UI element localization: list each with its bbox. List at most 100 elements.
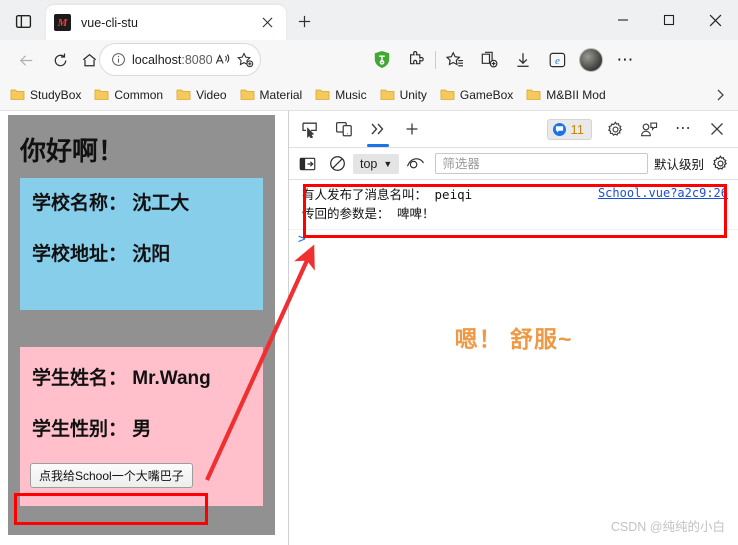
adguard-icon[interactable] (365, 44, 399, 75)
tab-title: vue-cli-stu (81, 15, 138, 30)
school-address: 学校地址： 沈阳 (32, 244, 171, 265)
close-tab-icon[interactable] (256, 12, 278, 34)
address-host: localhost (132, 52, 182, 67)
bookmarks-overflow-icon[interactable] (710, 85, 730, 105)
close-window-button[interactable] (692, 0, 738, 40)
console-prompt[interactable]: > (289, 230, 738, 249)
avatar[interactable] (574, 44, 608, 75)
svg-text:e: e (554, 55, 559, 67)
bookmark-label: StudyBox (30, 87, 82, 102)
bookmark-item[interactable]: GameBox (440, 88, 513, 102)
school-card: 学校名称： 沈工大 学校地址： 沈阳 (20, 178, 263, 310)
school-name: 学校名称： 沈工大 (32, 193, 190, 214)
console-output: 有人发布了消息名叫： peiqi 传回的参数是： 啤啤！ School.vue?… (289, 180, 738, 543)
bookmark-item[interactable]: M&BII Mod (526, 88, 606, 102)
gear-icon[interactable] (598, 114, 632, 144)
browser-more-glyph: ⋯ (616, 50, 634, 69)
message-count: 11 (570, 121, 585, 137)
js-context-select[interactable]: top ▼ (353, 153, 400, 174)
devtools-panel: 11 ⋯ top ▼ 筛选器 默认级别 有人发布了消息名叫： peiqi 传回的… (288, 111, 738, 545)
bookmark-label: Music (335, 87, 367, 102)
console-settings-gear-icon[interactable] (706, 151, 734, 177)
add-favorite-icon[interactable] (234, 49, 256, 71)
add-panel-icon[interactable] (395, 114, 429, 144)
title-bar: M vue-cli-stu (0, 0, 738, 40)
console-filter-input[interactable] (435, 153, 648, 174)
console-sidebar-icon[interactable] (293, 151, 321, 177)
console-log-entry[interactable]: 有人发布了消息名叫： peiqi 传回的参数是： 啤啤！ School.vue?… (289, 180, 738, 230)
browser-tab[interactable]: M vue-cli-stu (46, 5, 286, 40)
ie-mode-icon[interactable]: e (540, 44, 574, 75)
puzzle-extension-icon[interactable] (399, 44, 433, 75)
devtools-more-options-icon[interactable]: ⋯ (666, 114, 700, 144)
live-expression-eye-icon[interactable] (401, 151, 429, 177)
folder-icon (526, 89, 541, 100)
split-screen-icon[interactable] (472, 44, 506, 75)
favicon-letter: M (57, 16, 68, 29)
student-name: 学生姓名： Mr.Wang (32, 368, 211, 389)
tab-actions-icon[interactable] (12, 10, 34, 32)
watermark: CSDN @纯纯的小白 (610, 520, 725, 534)
bookmark-item[interactable]: Unity (380, 88, 427, 102)
extensions-bar: e ⋯ (365, 44, 642, 75)
address-bar[interactable]: localhost:8080 (100, 44, 260, 75)
bookmark-label: Unity (399, 87, 427, 102)
new-tab-button[interactable] (292, 9, 316, 33)
bookmark-label: Common (114, 87, 164, 102)
chevron-down-icon: ▼ (383, 158, 393, 169)
folder-icon (315, 89, 330, 100)
devtools-toolbar-right: 11 ⋯ (546, 114, 735, 144)
inspect-element-icon[interactable] (293, 114, 327, 144)
message-bubble-icon (552, 122, 566, 136)
clear-console-icon[interactable] (323, 151, 351, 177)
folder-icon (176, 89, 191, 100)
browser-window: M vue-cli-stu localhost:8080 e ⋯ StudyBo… (0, 0, 738, 545)
js-context-value: top (360, 156, 378, 171)
collections-icon[interactable] (438, 44, 472, 75)
address-port: :8080 (181, 52, 212, 67)
site-info-icon[interactable] (108, 50, 128, 70)
student-card: 学生姓名： Mr.Wang 学生性别： 男 点我给School一个大嘴巴子 (20, 347, 263, 506)
bookmark-item[interactable]: StudyBox (10, 88, 81, 102)
folder-icon (240, 89, 254, 100)
bookmark-label: Material (259, 87, 303, 102)
prompt-chevron-icon: > (298, 231, 306, 247)
devtools-customize-icon[interactable] (632, 114, 666, 144)
maximize-button[interactable] (646, 0, 692, 40)
console-log-line-2: 传回的参数是： 啤啤！ (302, 206, 435, 222)
close-devtools-icon[interactable] (700, 114, 734, 144)
bookmark-label: Video (196, 87, 227, 102)
bookmark-item[interactable]: Video (176, 87, 227, 102)
read-aloud-icon[interactable] (212, 49, 234, 71)
more-panels-icon[interactable] (361, 114, 395, 147)
folder-icon (10, 89, 25, 100)
device-toolbar-icon[interactable] (327, 114, 361, 144)
student-gender: 学生性别： 男 (32, 419, 152, 440)
console-filter-bar: top ▼ 默认级别 (289, 148, 738, 180)
reload-icon[interactable] (47, 47, 73, 73)
home-icon[interactable] (76, 47, 102, 73)
folder-icon (380, 89, 394, 100)
back-arrow-icon[interactable] (13, 47, 39, 73)
bookmark-label: GameBox (459, 87, 514, 102)
app-root: 你好啊！ 学校名称： 沈工大 学校地址： 沈阳 学生姓名： Mr.Wang 学生… (8, 115, 275, 535)
slap-school-button[interactable]: 点我给School一个大嘴巴子 (30, 463, 193, 488)
address-bar-text: localhost:8080 (132, 53, 212, 67)
devtools-toolbar: 11 ⋯ (289, 111, 738, 148)
console-log-source-link[interactable]: School.vue?a2c9:26 (598, 186, 728, 200)
bookmarks-bar: StudyBox Common Video Material Music Uni… (0, 79, 738, 111)
minimize-button[interactable] (600, 0, 646, 40)
bookmark-item[interactable]: Common (94, 88, 163, 102)
folder-icon (440, 89, 455, 100)
devtools-more-glyph: ⋯ (675, 120, 691, 137)
navigation-bar: localhost:8080 e ⋯ (0, 40, 738, 79)
bookmark-item[interactable]: Material (240, 87, 303, 102)
browser-more-icon[interactable]: ⋯ (608, 44, 642, 75)
downloads-icon[interactable] (506, 44, 540, 75)
bookmark-item[interactable]: Music (315, 87, 367, 102)
page-greeting: 你好啊！ (20, 136, 125, 166)
log-level-dropdown[interactable]: 默认级别 (654, 154, 704, 173)
message-count-badge[interactable]: 11 (546, 118, 592, 140)
page-viewport: 你好啊！ 学校名称： 沈工大 学校地址： 沈阳 学生姓名： Mr.Wang 学生… (0, 111, 287, 545)
window-controls (600, 0, 738, 40)
